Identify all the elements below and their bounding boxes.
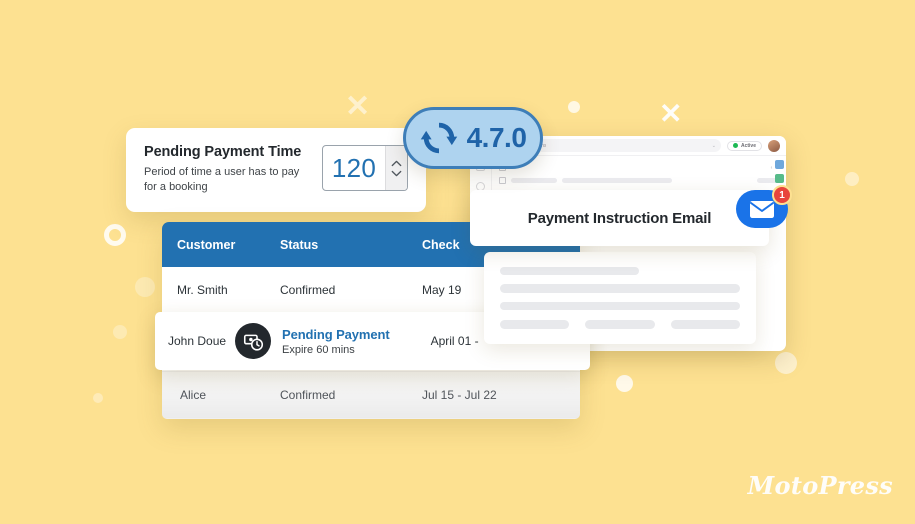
dot-decoration-icon <box>775 352 797 374</box>
dot-decoration-icon <box>93 393 103 403</box>
email-preview-body <box>484 252 756 344</box>
pending-payment-time-setting: Pending Payment Time Period of time a us… <box>126 128 426 212</box>
version-badge: 4.7.0 <box>403 107 543 169</box>
list-item[interactable] <box>499 174 779 187</box>
cell-customer: Alice <box>180 388 207 402</box>
list-toolbar: ↻ ‹ › <box>499 161 779 174</box>
dot-decoration-icon <box>113 325 127 339</box>
duration-value[interactable]: 120 <box>323 146 385 190</box>
email-preview-header: Payment Instruction Email <box>470 190 769 246</box>
skeleton-line-group <box>500 319 740 329</box>
cell-customer: Mr. Smith <box>177 283 228 297</box>
app-icon[interactable] <box>775 174 784 183</box>
cell-dates: April 01 - <box>430 334 479 348</box>
column-header-customer: Customer <box>177 237 236 252</box>
promo-graphic: ✕ ✕ Search all conversations ⌄ Active <box>0 0 915 524</box>
envelope-icon <box>750 200 774 218</box>
ring-decoration-icon <box>104 224 126 246</box>
chevron-up-icon[interactable] <box>391 160 402 167</box>
setting-description: Period of time a user has to pay for a b… <box>144 166 300 193</box>
table-row[interactable]: Alice Confirmed Jul 15 - Jul 22 <box>162 372 580 419</box>
x-decoration-icon: ✕ <box>659 98 683 129</box>
status-dot-icon <box>732 143 738 148</box>
skeleton-line <box>500 319 570 329</box>
chevron-down-icon[interactable]: ⌄ <box>712 143 716 149</box>
status-block: Pending Payment Expire 60 mins <box>282 327 390 356</box>
status-label: Active <box>740 142 756 149</box>
chevron-down-icon[interactable] <box>391 170 402 177</box>
cell-status: Confirmed <box>280 388 336 402</box>
avatar[interactable] <box>768 139 780 152</box>
skeleton-line <box>585 319 655 329</box>
duration-stepper[interactable]: 120 <box>322 145 408 191</box>
email-title: Payment Instruction Email <box>527 209 712 227</box>
stepper-buttons[interactable] <box>385 146 407 190</box>
skeleton-line <box>500 267 640 276</box>
cell-dates: Jul 15 - Jul 22 <box>422 388 497 402</box>
status-badge: Active <box>726 140 762 151</box>
email-notification-badge[interactable]: 1 <box>736 185 792 228</box>
motopress-logo: MotoPress <box>747 471 893 500</box>
refresh-sync-icon <box>420 122 457 154</box>
dot-decoration-icon <box>845 172 859 186</box>
cell-status: Confirmed <box>280 283 336 297</box>
dot-decoration-icon <box>568 101 580 113</box>
app-icon[interactable] <box>775 160 784 169</box>
column-header-status: Status <box>280 237 319 252</box>
dot-decoration-icon <box>616 375 633 392</box>
row-checkbox[interactable] <box>499 177 506 184</box>
prev-page-icon[interactable]: ‹ <box>771 165 773 171</box>
setting-text-block: Pending Payment Time Period of time a us… <box>144 143 304 194</box>
notification-count: 1 <box>772 185 792 205</box>
skeleton-line <box>500 301 740 310</box>
x-decoration-icon: ✕ <box>345 90 371 123</box>
skeleton-line <box>670 319 740 329</box>
payment-clock-icon <box>235 323 271 359</box>
status-expiry-note: Expire 60 mins <box>282 343 355 356</box>
dot-decoration-icon <box>135 277 155 297</box>
version-number: 4.7.0 <box>466 122 527 153</box>
page-title: Pending Payment Time <box>144 144 302 160</box>
status-badge: Pending Payment <box>282 326 390 342</box>
skeleton-line <box>500 284 740 293</box>
cell-customer: John Doue <box>168 334 227 348</box>
